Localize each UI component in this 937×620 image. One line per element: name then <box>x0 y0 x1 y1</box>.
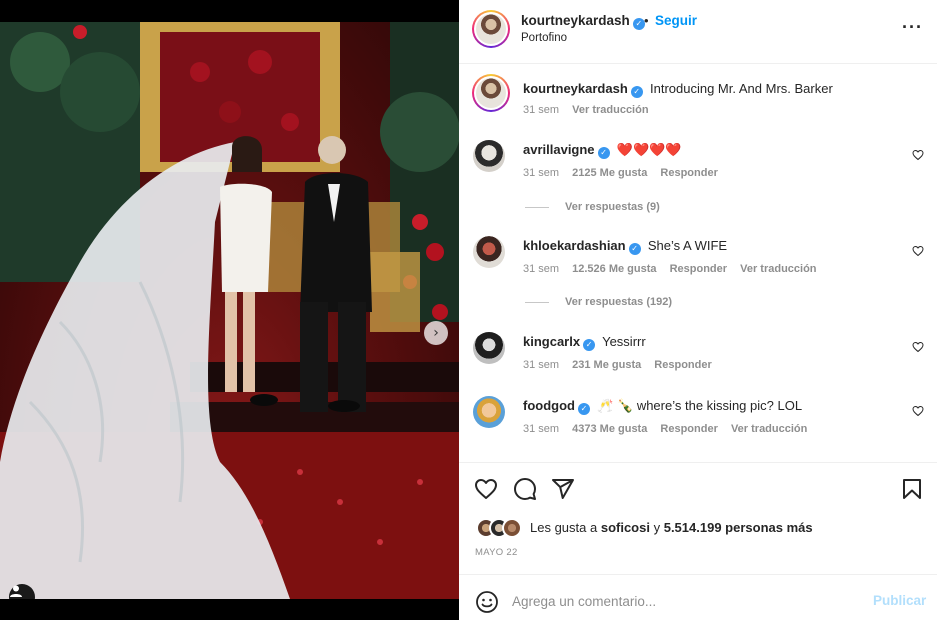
comment-text: khloekardashian ✓ She’s A WIFE <box>523 238 727 255</box>
comment-translate-link[interactable]: Ver traducción <box>740 263 816 275</box>
comment-meta: 31 sem 4373 Me gusta Responder Ver tradu… <box>523 423 817 435</box>
post-date[interactable]: MAYO 22 <box>475 547 518 558</box>
verified-badge-icon: ✓ <box>597 147 610 159</box>
likes-count[interactable]: 5.514.199 personas más <box>664 520 813 535</box>
add-comment-bar: Publicar <box>459 574 937 620</box>
comment-text: kingcarlx ✓ Yessirrr <box>523 334 646 351</box>
caption-meta: 31 sem Ver traducción <box>523 104 659 116</box>
caption-translate-link[interactable]: Ver traducción <box>572 104 648 116</box>
comment-likes[interactable]: 231 Me gusta <box>572 359 641 371</box>
commenter-username[interactable]: avrillavigne <box>523 142 595 157</box>
post-header: kourtneykardash ✓ • Seguir Portofino ··· <box>459 0 937 64</box>
comment-likes[interactable]: 12.526 Me gusta <box>572 263 656 275</box>
comment-heart-icon[interactable] <box>912 341 924 353</box>
comment-meta: 31 sem 12.526 Me gusta Responder Ver tra… <box>523 263 827 275</box>
caption-author-avatar[interactable] <box>472 74 510 112</box>
heart-icon[interactable] <box>474 477 498 501</box>
comment-meta: 31 sem 231 Me gusta Responder <box>523 359 722 371</box>
post-media: › <box>0 0 459 620</box>
chevron-right-icon: › <box>433 325 439 341</box>
wedding-photo[interactable]: › <box>0 22 459 599</box>
user-tag-icon <box>10 585 22 597</box>
next-photo-button[interactable]: › <box>424 321 448 345</box>
comment-icon[interactable] <box>513 477 537 501</box>
comment-input[interactable] <box>512 589 852 613</box>
reply-button[interactable]: Responder <box>670 263 727 275</box>
comment-likes[interactable]: 4373 Me gusta <box>572 423 647 435</box>
comment-translate-link[interactable]: Ver traducción <box>731 423 807 435</box>
post-location[interactable]: Portofino <box>521 32 567 44</box>
commenter-avatar[interactable] <box>473 396 505 428</box>
comments-section: kourtneykardash ✓ Introducing Mr. And Mrs… <box>459 64 937 462</box>
commenter-avatar[interactable] <box>473 236 505 268</box>
comment-heart-icon[interactable] <box>912 149 924 161</box>
comment-time[interactable]: 31 sem <box>523 263 559 275</box>
comment-text: foodgod ✓ 🥂 🍾 where’s the kissing pic? LO… <box>523 398 802 415</box>
author-username[interactable]: kourtneykardash ✓ <box>521 13 645 30</box>
more-options-icon[interactable]: ··· <box>902 18 923 36</box>
view-replies-link[interactable]: Ver respuestas (9) <box>525 201 660 213</box>
caption-text: kourtneykardash ✓ Introducing Mr. And Mrs… <box>523 81 833 98</box>
comment-time[interactable]: 31 sem <box>523 359 559 371</box>
verified-badge-icon: ✓ <box>577 403 590 415</box>
send-icon[interactable] <box>551 477 575 501</box>
separator-dot: • <box>644 13 649 28</box>
follow-button[interactable]: Seguir <box>655 13 697 28</box>
bookmark-icon[interactable] <box>900 477 924 501</box>
commenter-username[interactable]: kingcarlx <box>523 334 580 349</box>
view-replies-text[interactable]: Ver respuestas (192) <box>565 296 672 308</box>
post-side-panel: kourtneykardash ✓ • Seguir Portofino ··· … <box>459 0 937 620</box>
commenter-avatar[interactable] <box>473 332 505 364</box>
post-comment-button[interactable]: Publicar <box>873 593 926 608</box>
likes-prefix: Les gusta a <box>530 520 598 535</box>
comment-body: ❤️❤️❤️❤️ <box>616 143 682 158</box>
smiley-icon[interactable] <box>475 590 499 614</box>
likers-avatars[interactable] <box>476 518 528 538</box>
caption-time[interactable]: 31 sem <box>523 104 559 116</box>
author-avatar[interactable] <box>472 10 510 48</box>
comment-body: She’s A WIFE <box>647 238 728 253</box>
likes-summary: Les gusta a soficosi y 5.514.199 persona… <box>530 520 813 535</box>
comment-body: Yessirrr <box>602 334 646 349</box>
caption-body: Introducing Mr. And Mrs. Barker <box>650 81 833 96</box>
verified-badge-icon: ✓ <box>583 339 596 351</box>
reply-button[interactable]: Responder <box>660 167 717 179</box>
comment-time[interactable]: 31 sem <box>523 167 559 179</box>
post-actions: Les gusta a soficosi y 5.514.199 persona… <box>459 462 937 574</box>
commenter-username[interactable]: foodgod <box>523 398 575 413</box>
verified-badge-icon: ✓ <box>632 18 645 30</box>
commenter-username[interactable]: khloekardashian <box>523 238 626 253</box>
author-username-text[interactable]: kourtneykardash <box>521 13 630 28</box>
wedding-photo-illustration <box>0 22 459 599</box>
comment-time[interactable]: 31 sem <box>523 423 559 435</box>
likes-connector: y <box>653 520 661 535</box>
view-replies-link[interactable]: Ver respuestas (192) <box>525 296 672 308</box>
reply-button[interactable]: Responder <box>660 423 717 435</box>
view-replies-text[interactable]: Ver respuestas (9) <box>565 201 660 213</box>
comment-heart-icon[interactable] <box>912 405 924 417</box>
caption-username[interactable]: kourtneykardash <box>523 81 628 96</box>
reply-button[interactable]: Responder <box>654 359 711 371</box>
comment-meta: 31 sem 2125 Me gusta Responder <box>523 167 728 179</box>
verified-badge-icon: ✓ <box>630 86 643 98</box>
comment-likes[interactable]: 2125 Me gusta <box>572 167 647 179</box>
comment-body: 🥂 🍾 where’s the kissing pic? LOL <box>597 398 803 413</box>
commenter-avatar[interactable] <box>473 140 505 172</box>
verified-badge-icon: ✓ <box>628 243 641 255</box>
liker-username[interactable]: soficosi <box>601 520 650 535</box>
comment-text: avrillavigne ✓ ❤️❤️❤️❤️ <box>523 142 682 159</box>
comment-heart-icon[interactable] <box>912 245 924 257</box>
